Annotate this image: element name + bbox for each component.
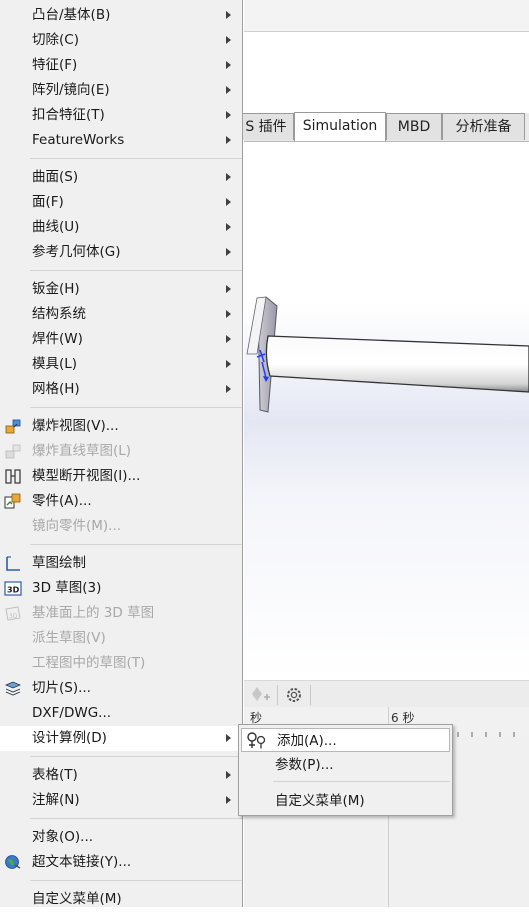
menu-separator	[30, 158, 242, 159]
menu-item-customize-menu[interactable]: 自定义菜单(M)	[0, 887, 242, 912]
svg-text:3D: 3D	[7, 586, 20, 595]
gear-icon[interactable]	[284, 685, 304, 705]
submenu-arrow-icon	[226, 310, 231, 318]
menu-item-weldments[interactable]: 焊件(W)	[0, 327, 242, 352]
menu-item-design-study[interactable]: 设计算例(D)	[0, 726, 242, 751]
menu-item-derived-sketch[interactable]: 派生草图(V)	[0, 626, 242, 651]
menu-separator	[30, 818, 242, 819]
menu-item-sheet-metal[interactable]: 钣金(H)	[0, 277, 242, 302]
cylinder-body	[265, 335, 529, 393]
submenu-item-parameters[interactable]: 参数(P)...	[240, 753, 451, 777]
submenu-arrow-icon	[226, 61, 231, 69]
menu-item-dxf-dwg[interactable]: DXF/DWG...	[0, 701, 242, 726]
model-3d-view	[246, 296, 529, 413]
design-study-submenu: 添加(A)... 参数(P)... 自定义菜单(M)	[238, 724, 453, 816]
explode-view-icon	[5, 419, 21, 434]
menu-separator	[30, 880, 242, 881]
submenu-arrow-icon	[226, 248, 231, 256]
menu-separator	[30, 756, 242, 757]
command-tabs: S 插件 Simulation MBD 分析准备	[238, 112, 529, 142]
sketch-icon	[6, 556, 20, 571]
menu-item-explode-line-sketch[interactable]: 爆炸直线草图(L)	[0, 439, 242, 464]
menu-item-surface[interactable]: 曲面(S)	[0, 165, 242, 190]
menu-item-sketch-from-drawing[interactable]: 工程图中的草图(T)	[0, 651, 242, 676]
menu-separator	[30, 544, 242, 545]
submenu-arrow-icon	[226, 111, 231, 119]
insert-menu: 凸台/基体(B) 切除(C) 特征(F) 阵列/镜向(E) 扣合特征(T) Fe…	[0, 0, 243, 907]
menu-item-broken-out-view[interactable]: 模型断开视图(I)...	[0, 464, 242, 489]
menu-item-cut[interactable]: 切除(C)	[0, 28, 242, 53]
submenu-arrow-icon	[226, 771, 231, 779]
menu-item-pattern-mirror[interactable]: 阵列/镜向(E)	[0, 78, 242, 103]
menu-item-features[interactable]: 特征(F)	[0, 53, 242, 78]
menu-item-sketch[interactable]: 草图绘制	[0, 551, 242, 576]
svg-text:3D: 3D	[9, 613, 18, 620]
tab-analysis-prep[interactable]: 分析准备	[442, 113, 525, 140]
menu-item-3d-sketch-on-plane[interactable]: 3D 基准面上的 3D 草图	[0, 601, 242, 626]
submenu-item-customize-menu[interactable]: 自定义菜单(M)	[240, 789, 451, 813]
add-design-study-icon	[247, 732, 266, 749]
menu-item-molds[interactable]: 模具(L)	[0, 352, 242, 377]
submenu-arrow-icon	[226, 36, 231, 44]
menu-item-curve[interactable]: 曲线(U)	[0, 215, 242, 240]
submenu-arrow-icon	[226, 285, 231, 293]
submenu-arrow-icon	[226, 136, 231, 144]
submenu-arrow-icon	[226, 734, 231, 742]
menu-item-mirror-part[interactable]: 镜向零件(M)...	[0, 514, 242, 539]
submenu-arrow-icon	[226, 796, 231, 804]
submenu-arrow-icon	[226, 385, 231, 393]
menu-separator	[273, 781, 450, 782]
menu-item-slice[interactable]: 切片(S)...	[0, 676, 242, 701]
menu-separator	[30, 407, 242, 408]
tab-addins[interactable]: S 插件	[238, 113, 294, 140]
motion-toolbar	[244, 680, 529, 708]
menu-item-boss-base[interactable]: 凸台/基体(B)	[0, 3, 242, 28]
add-key-icon[interactable]	[250, 685, 272, 705]
menu-item-tables[interactable]: 表格(T)	[0, 763, 242, 788]
menu-separator	[30, 270, 242, 271]
submenu-arrow-icon	[226, 86, 231, 94]
graphics-area[interactable]	[244, 142, 529, 680]
menu-item-part[interactable]: 零件(A)...	[0, 489, 242, 514]
menu-item-reference-geometry[interactable]: 参考几何体(G)	[0, 240, 242, 265]
3d-sketch-on-plane-icon: 3D	[5, 606, 21, 621]
menu-item-annotations[interactable]: 注解(N)	[0, 788, 242, 813]
submenu-arrow-icon	[226, 11, 231, 19]
hyperlink-icon	[5, 855, 21, 869]
menu-item-fastening-feature[interactable]: 扣合特征(T)	[0, 103, 242, 128]
menu-item-featureworks[interactable]: FeatureWorks	[0, 128, 242, 153]
submenu-arrow-icon	[226, 198, 231, 206]
submenu-arrow-icon	[226, 173, 231, 181]
broken-view-icon	[5, 469, 21, 484]
menu-item-3d-sketch[interactable]: 3D 3D 草图(3)	[0, 576, 242, 601]
menu-item-structure-system[interactable]: 结构系统	[0, 302, 242, 327]
tab-simulation[interactable]: Simulation	[294, 112, 386, 141]
menu-item-exploded-view[interactable]: 爆炸视图(V)...	[0, 414, 242, 439]
slice-icon	[4, 681, 22, 696]
menu-item-hyperlink[interactable]: 超文本链接(Y)...	[0, 850, 242, 875]
part-icon	[4, 493, 21, 509]
command-manager-bar	[244, 0, 529, 32]
submenu-arrow-icon	[226, 360, 231, 368]
submenu-item-add[interactable]: 添加(A)...	[241, 728, 450, 752]
tab-mbd[interactable]: MBD	[386, 113, 442, 140]
explode-line-sketch-icon	[5, 444, 21, 459]
menu-item-face[interactable]: 面(F)	[0, 190, 242, 215]
3d-sketch-icon: 3D	[4, 581, 22, 596]
menu-item-object[interactable]: 对象(O)...	[0, 825, 242, 850]
submenu-arrow-icon	[226, 335, 231, 343]
submenu-arrow-icon	[226, 223, 231, 231]
menu-item-mesh[interactable]: 网格(H)	[0, 377, 242, 402]
